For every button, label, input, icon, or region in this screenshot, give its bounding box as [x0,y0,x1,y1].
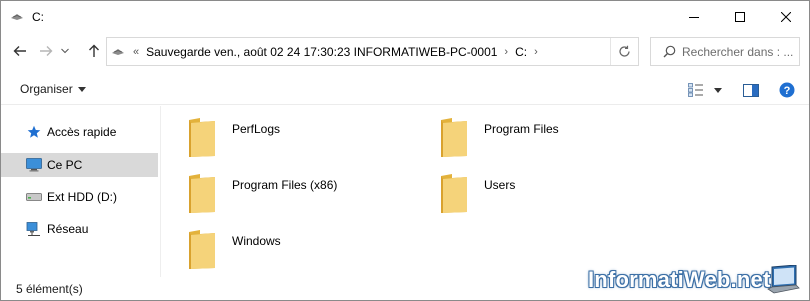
window-title: C: [32,9,44,24]
search-placeholder: Rechercher dans : ... [682,44,794,59]
title-bar[interactable]: C: [1,1,809,32]
nav-item-network[interactable]: Réseau [1,217,158,241]
view-options-icon [688,83,703,97]
nav-item-this-pc[interactable]: Ce PC [1,153,158,177]
up-button[interactable] [83,36,105,66]
search-icon [663,45,676,58]
breadcrumb-separator[interactable]: › [504,46,508,58]
maximize-button[interactable] [717,1,763,32]
file-name: Program Files [484,122,559,136]
backup-drive-icon [111,47,129,57]
preview-pane-icon [743,83,759,97]
minimize-button[interactable] [671,1,717,32]
breadcrumb-backup[interactable]: Sauvegarde ven., août 02 24 17:30:23 INF… [146,45,497,59]
folder-icon [440,116,470,158]
nav-label: Réseau [47,222,89,236]
refresh-icon [619,45,630,57]
explorer-window: C: « Sauvegarde ven., août 02 24 17:30:2… [0,0,810,301]
address-bar[interactable]: « Sauvegarde ven., août 02 24 17:30:23 I… [106,37,639,66]
nav-item-quick-access[interactable]: Accès rapide [1,120,158,144]
item-count: 5 élément(s) [16,282,83,296]
folder-icon [440,172,470,214]
folder-icon [188,172,218,214]
watermark-text: InformatiWeb.net [588,267,771,292]
star-icon [25,124,43,140]
file-name: Program Files (x86) [232,178,338,192]
laptop-icon [767,265,800,294]
breadcrumb-drive[interactable]: C: [515,45,527,59]
watermark: InformatiWeb.net [588,263,810,301]
preview-pane-button[interactable] [742,81,760,99]
network-icon [25,221,43,237]
svg-text:?: ? [784,85,791,97]
search-box[interactable]: Rechercher dans : ... [650,37,800,66]
computer-icon [25,157,43,173]
forward-button[interactable] [35,36,57,66]
help-button[interactable]: ? [778,81,796,99]
view-options-button[interactable] [687,81,723,99]
address-row: « Sauvegarde ven., août 02 24 17:30:23 I… [1,36,809,66]
nav-label: Accès rapide [47,125,117,139]
command-bar: Organiser ? [1,74,809,105]
folder-item-perflogs[interactable]: PerfLogs [188,114,280,160]
overflow-chevron[interactable]: « [133,46,139,58]
close-icon [781,11,791,22]
recent-locations-button[interactable] [58,36,72,66]
arrow-left-icon [13,46,26,56]
caret-down-icon [714,87,722,93]
file-list: PerfLogs Program Files Program Files (x8… [162,106,809,277]
maximize-icon [735,11,745,22]
nav-item-ext-hdd[interactable]: Ext HDD (D:) [1,185,158,209]
help-icon: ? [779,82,795,98]
folder-item-windows[interactable]: Windows [188,226,281,272]
file-name: PerfLogs [232,122,281,136]
breadcrumb-separator[interactable]: › [534,46,538,58]
refresh-button[interactable] [610,38,638,65]
file-name: Windows [232,234,281,248]
arrow-right-icon [40,46,53,56]
folder-icon [188,116,218,158]
nav-label: Ext HDD (D:) [47,190,117,204]
folder-item-program-files-x86[interactable]: Program Files (x86) [188,170,337,216]
backup-drive-icon [10,10,24,24]
organize-button[interactable]: Organiser [20,82,86,96]
folder-item-program-files[interactable]: Program Files [440,114,559,160]
back-button[interactable] [9,36,31,66]
window-controls [671,1,809,32]
folder-item-users[interactable]: Users [440,170,515,216]
chevron-down-icon [61,48,69,54]
drive-icon [25,189,43,205]
minimize-icon [689,16,699,18]
organize-label: Organiser [20,82,73,96]
close-button[interactable] [763,1,809,32]
navigation-pane: Accès rapide Ce PC Ext HDD (D:) Réseau [1,106,161,277]
nav-label: Ce PC [47,158,83,172]
folder-icon [188,228,218,270]
file-name: Users [484,178,516,192]
caret-down-icon [77,86,86,92]
arrow-up-icon [89,44,99,57]
